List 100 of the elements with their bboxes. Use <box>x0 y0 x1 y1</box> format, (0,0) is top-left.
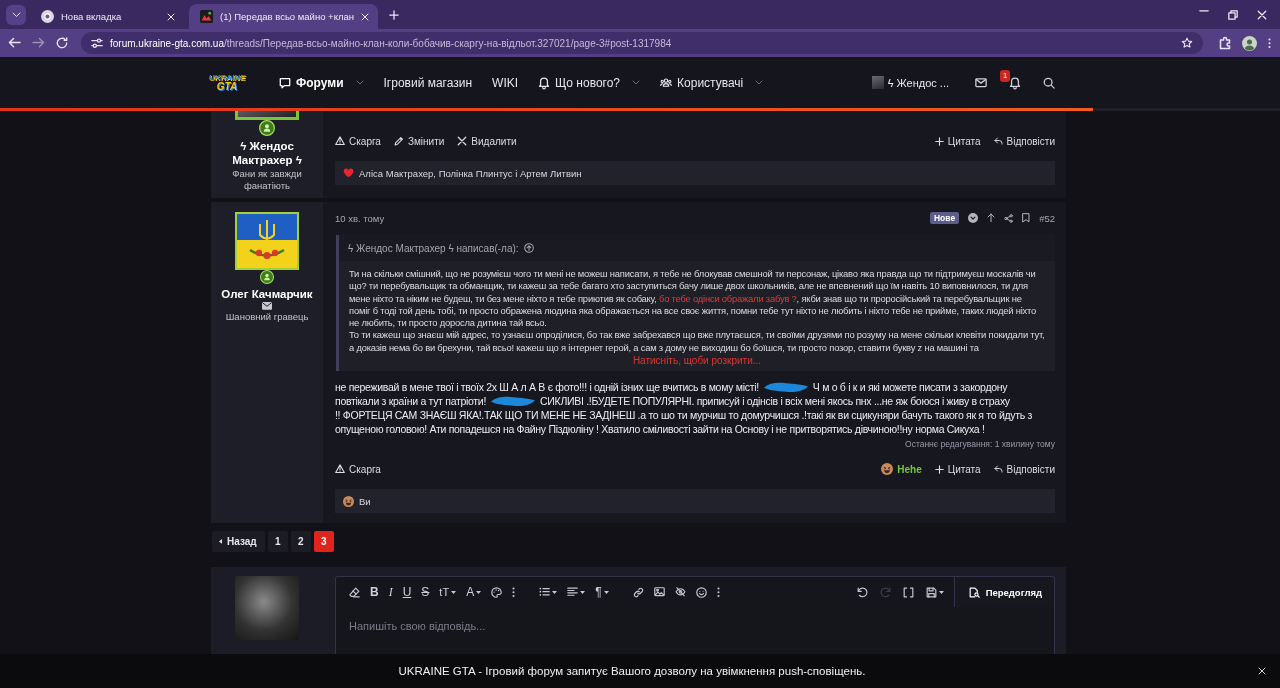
site-logo[interactable]: UKRAINE GTA <box>207 73 247 92</box>
reply-arrow-icon <box>993 137 1003 145</box>
site-favicon-icon <box>200 10 213 23</box>
restore-icon[interactable] <box>1228 9 1238 20</box>
arrow-circle-up-icon[interactable] <box>523 243 534 253</box>
mail-icon[interactable] <box>975 77 987 88</box>
font-size-button[interactable]: tT <box>435 584 461 600</box>
menu-icon[interactable] <box>1268 37 1271 49</box>
text-color-button[interactable]: A <box>462 584 486 600</box>
arrow-up-icon[interactable] <box>987 213 996 223</box>
close-icon[interactable] <box>1258 667 1266 675</box>
expand-link[interactable]: Натисніть, щоби розкрити... <box>632 355 762 367</box>
quote-text: Ти на скільки смішний, що не розумієш чого ти мені не можеш написати, я тебе не блокував смешной ти персонаж, цікаво яка правда що ти підтримуєш москалів чи що? ти перебувальщик та обманщик, ти кажеш за тебе багато хто заступиться бачу лише двох школьників, але не впевнений що їм навіть 10 виповнилося, ти для мене ніхто та ніким не будеш, ти без мене ніхто я тебе приютив як собаку, бо тебе одінси ображали забув ?, якби знав що ти проросійський та перебувальщик не поміг б тоді той день тобі, ти просто ображена людина яка ображається на все своє життя, помни тебе тут ніхто не любить і ніхто тебе не прийме, таких людей ніхто не любить, ти просто доросла дитина тай всьо. <box>349 268 1037 330</box>
preview-button[interactable]: Передогляд <box>953 577 1054 608</box>
quote-text: То ти кажеш що знаєш мій адрес, то узнаєш опроділися, бо так вже забрехався що вже плутаєшся, ти своїми друзями по розуму на мене скільки клевіти покидали тут, а доказів нема бо ви брехуни, тай всьо! кажеш що я інтернет герой, а сам з дому не виходиш бо боїшся, ти просто позор, ставити букву z на машині та <box>349 329 1045 355</box>
username[interactable]: Олег Качмарчик <box>221 287 313 301</box>
browser-tab[interactable]: Нова вкладка <box>30 4 184 29</box>
close-tab-icon[interactable] <box>361 12 369 21</box>
page-button[interactable]: 3 <box>313 531 334 553</box>
post-number-link[interactable]: #52 <box>1039 212 1055 224</box>
vertical-dots-icon <box>512 586 516 598</box>
redo-icon <box>879 586 891 598</box>
close-window-icon[interactable] <box>1257 9 1267 20</box>
report-link[interactable]: Скарга <box>335 135 381 147</box>
quote-author[interactable]: ϟ Жендос Мактрахер ϟ написав(-ла): <box>348 242 519 254</box>
edit-link[interactable]: Змінити <box>393 135 445 147</box>
post-text: повтікали з країни а тут патріоти! <box>335 394 487 409</box>
post-text: не переживай в мене твої і твоїх 2х Ш А л А В є фото!!! і одній ізних ще вчитись в мому місті! <box>335 380 759 395</box>
url-text: forum.ukraine-gta.com.ua/threads/Передав-всьо-майно-клан-коли-бобачив-скаргу-на-відльот.327021/page-3#post-1317984 <box>110 37 673 49</box>
reload-icon[interactable] <box>56 37 68 49</box>
avatar-photo <box>235 576 299 641</box>
puzzle-icon[interactable] <box>1220 36 1231 50</box>
close-tab-icon[interactable] <box>167 12 175 21</box>
heart-icon <box>343 168 354 178</box>
site-settings-icon[interactable] <box>91 37 103 49</box>
reply-link[interactable]: Відповісти <box>993 135 1055 147</box>
reply-link[interactable]: Відповісти <box>993 463 1055 475</box>
warning-icon <box>335 464 345 474</box>
reply-input-field[interactable]: Напишіть свою відповідь... <box>336 607 1054 654</box>
eraser-icon <box>349 586 360 598</box>
report-link[interactable]: Скарга <box>335 463 381 475</box>
nav-link[interactable]: Форуми <box>279 75 364 90</box>
post-time[interactable]: 10 хв. тому <box>335 212 385 224</box>
smiley-icon <box>695 586 707 598</box>
post-text: опущеною головою! Ати попадешся на Файну Піздюліну ! Хватило сміливості зайти на Основу і не притворятись дівчиною!!ну норма Сикуха ! <box>335 422 985 437</box>
plus-icon <box>934 464 944 474</box>
strikethrough-button[interactable]: S <box>417 584 434 600</box>
delete-link[interactable]: Видалити <box>457 135 517 147</box>
reaction-link[interactable]: Hehe <box>881 463 922 476</box>
share-icon[interactable] <box>1004 213 1014 223</box>
chevron-down-icon <box>11 11 21 18</box>
nav-link[interactable]: Ігровий магазин <box>383 75 473 90</box>
bold-button[interactable]: B <box>366 584 383 600</box>
user-badge-icon <box>260 270 274 284</box>
cross-icon <box>457 136 468 146</box>
profile-avatar-icon[interactable] <box>1242 35 1257 51</box>
back-arrow-icon[interactable] <box>8 37 21 49</box>
reactions-text[interactable]: Аліса Мактрахер, Полінка Плинтус і Артем Литвин <box>359 167 582 179</box>
star-icon[interactable] <box>1181 37 1193 49</box>
undo-icon <box>856 586 868 598</box>
previous-page-button[interactable]: Назад <box>212 531 265 553</box>
nav-link[interactable]: Користувачі <box>660 75 764 90</box>
post-text: !! ФОРТЕЦЯ САМ ЗНАЄШ ЯКА!.ТАК ЩО ТИ МЕНЕ НЕ ЗАДІНЕШ .а то шо ти мурчиш то домурчишся .!такі як ви сцикуняри бачуть такого як я то йдуть з <box>335 408 1033 423</box>
envelope-icon[interactable] <box>262 302 272 310</box>
users-icon <box>660 78 673 87</box>
browser-tab[interactable]: (1) Передав всьо майно +клан <box>189 4 378 29</box>
align-left-icon <box>567 587 579 597</box>
chevron-down-icon <box>355 80 364 85</box>
minimize-icon[interactable] <box>1199 9 1209 12</box>
nav-link[interactable]: Що нового? <box>538 75 641 90</box>
user-menu-link[interactable]: ϟ Жендос ... <box>871 76 949 89</box>
scribble-icon <box>490 395 537 408</box>
paragraph-button[interactable]: ¶ <box>591 584 613 600</box>
document-search-icon <box>968 586 980 598</box>
forward-arrow-icon[interactable] <box>32 37 45 49</box>
warning-icon <box>335 136 345 146</box>
new-tab-icon[interactable] <box>389 9 399 20</box>
quote-link[interactable]: Цитата <box>934 463 981 475</box>
username[interactable]: ϟ Жендос Мактрахер ϟ <box>217 139 317 167</box>
bookmark-icon[interactable] <box>1022 213 1031 223</box>
italic-button[interactable]: I <box>384 584 397 600</box>
search-icon[interactable] <box>1043 76 1055 89</box>
avatar-photo[interactable] <box>235 111 299 120</box>
list-icon <box>539 587 551 597</box>
push-notice-text: UKRAINE GTA - Ігровий форум запитує Вашого дозволу на увімкнення push-сповіщень. <box>398 665 866 677</box>
caret-left-icon <box>219 539 222 544</box>
bell-icon[interactable] <box>1009 76 1021 89</box>
image-icon <box>653 587 665 597</box>
quote-link[interactable]: Цитата <box>934 135 981 147</box>
user-title: Шановний гравець <box>225 310 309 323</box>
address-bar[interactable]: forum.ukraine-gta.com.ua/threads/Передав-всьо-майно-клан-коли-бобачив-скаргу-на-відльот.327021/page-3#post-1317984 <box>81 32 1203 54</box>
chevron-circle-icon[interactable] <box>968 213 979 223</box>
underline-button[interactable]: U <box>398 584 416 600</box>
flag-avatar-drawing[interactable] <box>235 212 299 270</box>
page-button[interactable]: 2 <box>290 531 311 553</box>
caret-icon <box>476 590 482 594</box>
caret-icon <box>580 590 586 594</box>
page-button[interactable]: 1 <box>267 531 288 553</box>
reactions-text[interactable]: Ви <box>359 495 371 507</box>
nav-link[interactable]: WIKI <box>492 75 519 90</box>
